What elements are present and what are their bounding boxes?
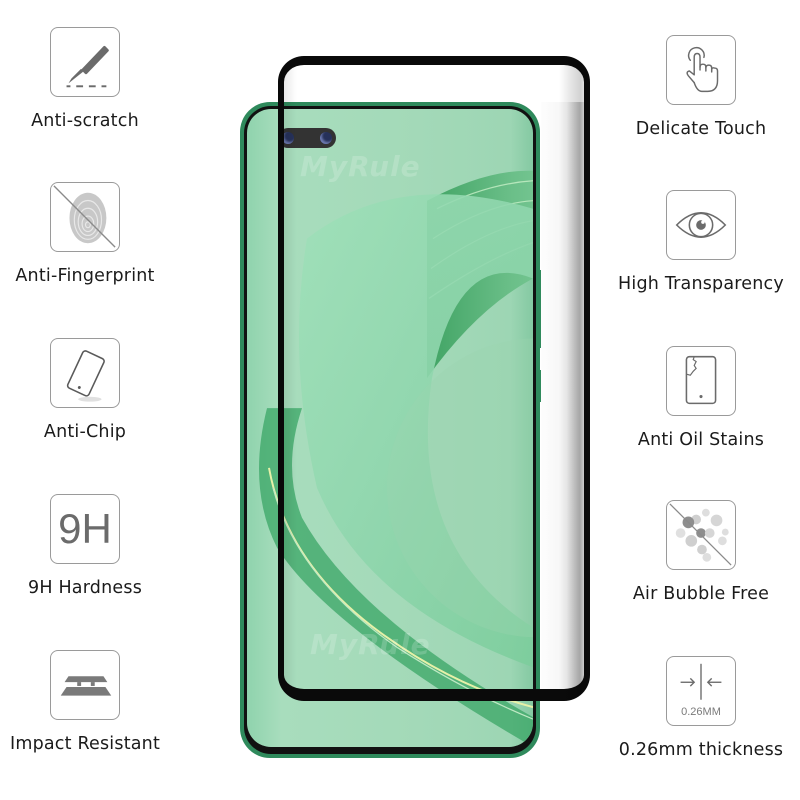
eye-icon xyxy=(666,190,736,260)
feature-9h-hardness: 9H 9H Hardness xyxy=(0,494,170,598)
feature-impact-resistant: Impact Resistant xyxy=(0,650,170,754)
feature-label: High Transparency xyxy=(618,274,784,294)
feature-label: Air Bubble Free xyxy=(632,584,770,604)
layers-icon xyxy=(50,650,120,720)
feature-anti-chip: Anti-Chip xyxy=(0,338,170,442)
feature-label: Anti Oil Stains xyxy=(637,430,765,450)
feature-anti-oil-stains: Anti Oil Stains xyxy=(616,346,786,450)
thickness-icon-text: 0.26MM xyxy=(681,706,721,718)
9h-icon-text: 9H xyxy=(58,505,112,552)
feature-label: Anti-scratch xyxy=(31,111,139,131)
feature-label: Anti-Fingerprint xyxy=(15,266,155,286)
feature-anti-fingerprint: Anti-Fingerprint xyxy=(0,182,170,286)
9h-text-icon: 9H xyxy=(50,494,120,564)
thickness-arrows-icon: 0.26MM xyxy=(666,656,736,726)
feature-label: Anti-Chip xyxy=(43,422,127,442)
feature-delicate-touch: Delicate Touch xyxy=(616,35,786,139)
touch-hand-icon xyxy=(666,35,736,105)
phone-stain-icon xyxy=(666,346,736,416)
feature-air-bubble-free: Air Bubble Free xyxy=(616,500,786,604)
feature-label: 9H Hardness xyxy=(27,578,143,598)
scalpel-icon xyxy=(50,27,120,97)
feature-label: Impact Resistant xyxy=(9,734,161,754)
feature-label: 0.26mm thickness xyxy=(618,740,784,760)
feature-anti-scratch: Anti-scratch xyxy=(0,27,170,131)
feature-label: Delicate Touch xyxy=(635,119,767,139)
fingerprint-crossed-icon xyxy=(50,182,120,252)
glass-protector-frame xyxy=(278,56,590,701)
bubbles-crossed-icon xyxy=(666,500,736,570)
feature-thickness: 0.26MM 0.26mm thickness xyxy=(616,656,786,760)
feature-high-transparency: High Transparency xyxy=(616,190,786,294)
tilted-phone-icon xyxy=(50,338,120,408)
